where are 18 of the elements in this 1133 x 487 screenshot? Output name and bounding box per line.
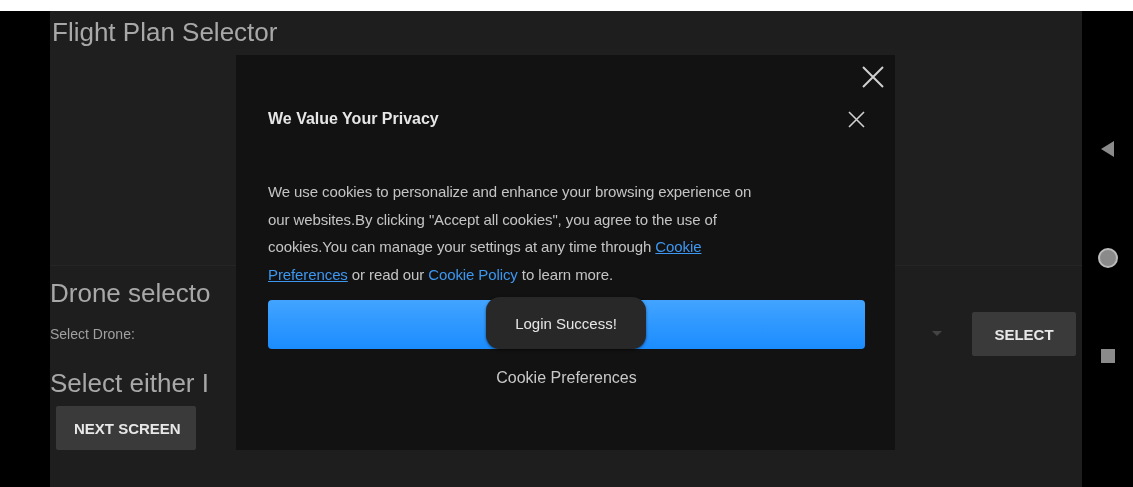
- field-label: Select Drone:: [50, 326, 136, 342]
- dialog-title: We Value Your Privacy: [268, 110, 439, 128]
- screen-title: Flight Plan Selector: [52, 17, 278, 47]
- login-toast: Login Success!: [486, 297, 646, 349]
- section-heading: Drone selecto: [50, 278, 211, 308]
- select-button[interactable]: SELECT: [972, 312, 1076, 356]
- recents-icon[interactable]: [1100, 349, 1115, 363]
- back-icon[interactable]: [1099, 140, 1116, 158]
- link[interactable]: Preferences: [268, 265, 348, 283]
- link[interactable]: Cookie Policy: [428, 265, 518, 283]
- link[interactable]: Cookie: [655, 238, 702, 256]
- close-icon[interactable]: [848, 110, 865, 128]
- cookie-preferences-button[interactable]: Cookie Preferences: [484, 361, 649, 396]
- privacy-text: We use cookies to personalize and enhance your browsing experience on our websites.By clicking "Accept all cookies", you agree to the use of cookies.You can manage your settings at any time through Cookie Preferences or read our Cookie Policy to learn more.: [268, 182, 753, 285]
- close-icon[interactable]: [861, 65, 885, 89]
- section-heading: Select either I: [50, 368, 209, 398]
- home-icon[interactable]: [1096, 247, 1119, 269]
- next-screen-button[interactable]: NEXT SCREEN: [56, 406, 196, 450]
